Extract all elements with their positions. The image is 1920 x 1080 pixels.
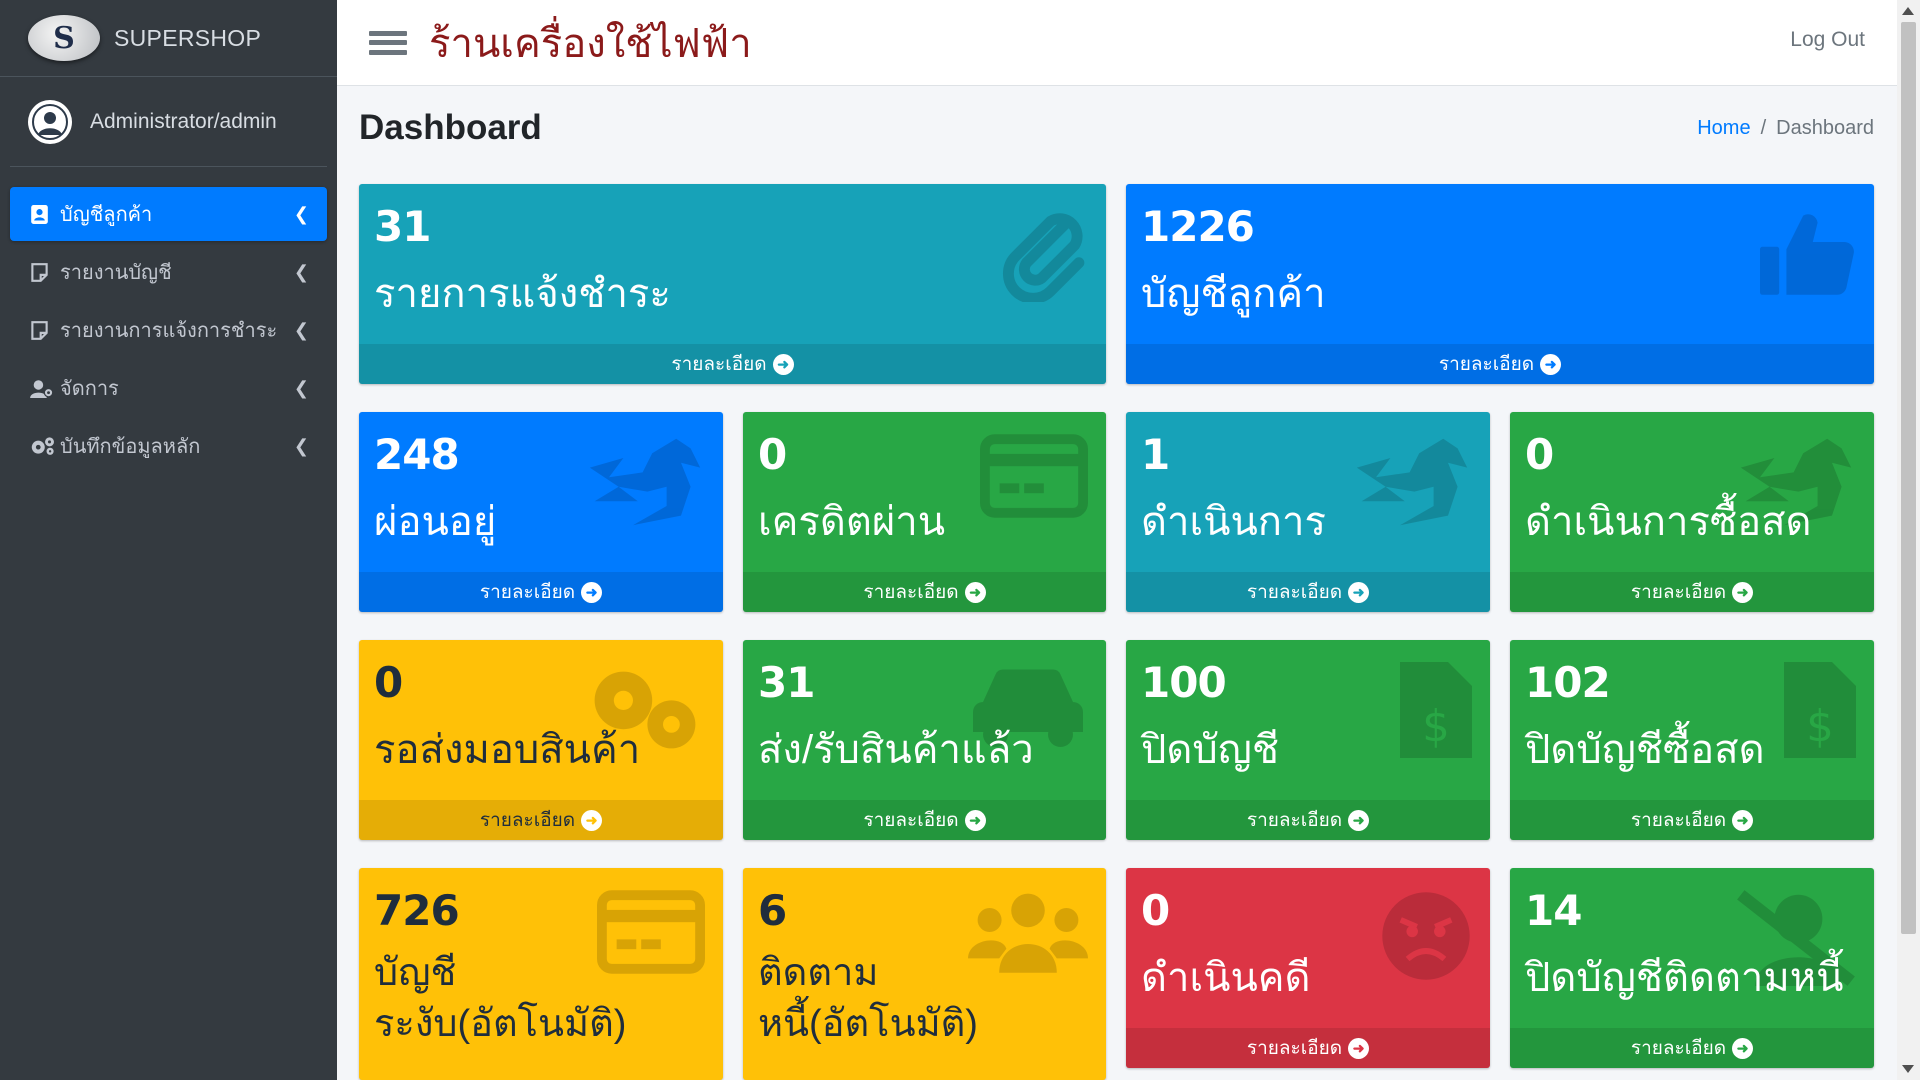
details-link[interactable]: รายละเอียด ➜ [743, 800, 1106, 840]
stat-box-payment-notices: 31 รายการแจ้งชำระ รายละเอียด ➜ [359, 184, 1106, 384]
stat-box-delivered: 31 ส่ง/รับสินค้าแล้ว รายละเอียด ➜ [743, 640, 1106, 840]
details-link[interactable]: รายละเอียด ➜ [743, 572, 1106, 612]
chevron-left-icon: ❮ [293, 435, 309, 457]
details-link[interactable]: รายละเอียด ➜ [1126, 800, 1490, 840]
stat-label: บัญชี ระงับ(อัตโนมัติ) [374, 952, 627, 1046]
stat-box-credit-approved: 0 เครดิตผ่าน รายละเอียด ➜ [743, 412, 1106, 612]
scroll-down-arrow[interactable] [1902, 1065, 1914, 1073]
stat-label: รอส่งมอบสินค้า [374, 728, 641, 772]
arrow-circle-right-icon: ➜ [1348, 581, 1370, 603]
stat-box-customer-accounts: 1226 บัญชีลูกค้า รายละเอียด ➜ [1126, 184, 1874, 384]
stat-box-closed-accounts: 100 ปิดบัญชี $ รายละเอียด ➜ [1126, 640, 1490, 840]
stat-label: ดำเนินคดี [1141, 956, 1311, 1000]
stat-label: ผ่อนอยู่ [374, 500, 497, 544]
arrow-circle-right-icon: ➜ [1732, 581, 1754, 603]
avatar [28, 99, 72, 144]
stat-box-cash-purchase-in-progress: 0 ดำเนินการซื้อสด รายละเอียด ➜ [1510, 412, 1874, 612]
details-link[interactable]: รายละเอียด ➜ [1126, 1028, 1490, 1068]
brand-logo: S [28, 15, 100, 61]
arrow-circle-right-icon: ➜ [581, 581, 603, 603]
arrow-circle-right-icon: ➜ [1732, 1037, 1754, 1059]
stat-box-suspended-auto: 726 บัญชี ระงับ(อัตโนมัติ) [359, 868, 723, 1080]
stat-label: บัญชีลูกค้า [1141, 272, 1326, 316]
chevron-left-icon: ❮ [293, 261, 309, 283]
details-link[interactable]: รายละเอียด ➜ [1510, 572, 1874, 612]
note-icon [30, 262, 56, 282]
menu-toggle-button[interactable] [369, 26, 407, 60]
page-scrollbar[interactable] [1897, 0, 1920, 1080]
stat-label: ส่ง/รับสินค้าแล้ว [758, 728, 1034, 772]
scroll-thumb[interactable] [1901, 22, 1916, 934]
stat-label: ดำเนินการซื้อสด [1525, 500, 1812, 544]
details-link[interactable]: รายละเอียด ➜ [359, 800, 723, 840]
breadcrumb-current: Dashboard [1776, 116, 1874, 139]
chevron-left-icon: ❮ [293, 319, 309, 341]
scroll-up-arrow[interactable] [1902, 7, 1914, 15]
stat-label: เครดิตผ่าน [758, 500, 946, 544]
sidebar-nav: บัญชีลูกค้า ❮ รายงานบัญชี ❮ รายงานการแจ้… [0, 167, 337, 473]
details-link[interactable]: รายละเอียด ➜ [359, 572, 723, 612]
breadcrumb-separator: / [1760, 116, 1767, 139]
brand-link[interactable]: S SUPERSHOP [0, 0, 337, 77]
details-link[interactable]: รายละเอียด ➜ [1510, 1028, 1874, 1068]
stat-box-legal-action: 0 ดำเนินคดี รายละเอียด ➜ [1126, 868, 1490, 1068]
stat-box-awaiting-delivery: 0 รอส่งมอบสินค้า รายละเอียด ➜ [359, 640, 723, 840]
user-cog-icon [30, 379, 56, 398]
brand-name: SUPERSHOP [114, 24, 262, 51]
note-icon [30, 320, 56, 340]
top-navbar: ร้านเครื่องใช้ไฟฟ้า Log Out [337, 0, 1897, 86]
hamburger-icon [369, 30, 407, 36]
sidebar-item-master-data[interactable]: บันทึกข้อมูลหลัก ❮ [10, 419, 327, 473]
sidebar-item-label: รายงานการแจ้งการชำระ [60, 320, 278, 342]
stat-value: 31 [374, 202, 431, 251]
arrow-circle-right-icon: ➜ [772, 353, 794, 375]
arrow-circle-right-icon: ➜ [581, 809, 603, 831]
sidebar: S SUPERSHOP Administrator/admin บัญชีลูก… [0, 0, 337, 1080]
stat-box-closed-debt-follow-up: 14 ปิดบัญชีติดตามหนี้ รายละเอียด ➜ [1510, 868, 1874, 1068]
stat-box-debt-follow-up-auto: 6 ติดตาม หนี้(อัตโนมัติ) [743, 868, 1106, 1080]
details-link[interactable]: รายละเอียด ➜ [1126, 344, 1874, 384]
breadcrumb-home-link[interactable]: Home [1697, 117, 1750, 139]
stat-label: ปิดบัญชี [1141, 728, 1279, 772]
stat-value: 1226 [1141, 202, 1255, 251]
content-header: Dashboard Home / Dashboard [359, 108, 1874, 148]
breadcrumb: Home / Dashboard [1697, 117, 1874, 140]
user-name: Administrator/admin [90, 109, 277, 133]
sidebar-item-payment-report[interactable]: รายงานการแจ้งการชำระ ❮ [10, 303, 327, 357]
details-link[interactable]: รายละเอียด ➜ [1510, 800, 1874, 840]
sidebar-item-label: จัดการ [60, 378, 119, 400]
arrow-circle-right-icon: ➜ [1540, 353, 1562, 375]
stat-box-in-progress: 1 ดำเนินการ รายละเอียด ➜ [1126, 412, 1490, 612]
stat-label: รายการแจ้งชำระ [374, 272, 671, 316]
arrow-circle-right-icon: ➜ [1732, 809, 1754, 831]
stat-box-closed-cash-accounts: 102 ปิดบัญชีซื้อสด $ รายละเอียด ➜ [1510, 640, 1874, 840]
stat-label: ติดตาม หนี้(อัตโนมัติ) [758, 952, 978, 1046]
shop-title: ร้านเครื่องใช้ไฟฟ้า [429, 21, 752, 66]
sidebar-item-customer-accounts[interactable]: บัญชีลูกค้า ❮ [10, 187, 327, 241]
arrow-circle-right-icon: ➜ [964, 581, 986, 603]
arrow-circle-right-icon: ➜ [1348, 809, 1370, 831]
arrow-circle-right-icon: ➜ [1348, 1037, 1370, 1059]
logout-link[interactable]: Log Out [1790, 28, 1865, 52]
chevron-left-icon: ❮ [293, 203, 309, 225]
address-card-icon [30, 204, 56, 224]
stat-box-installment: 248 ผ่อนอยู่ รายละเอียด ➜ [359, 412, 723, 612]
stat-label: ปิดบัญชีติดตามหนี้ [1525, 956, 1844, 1000]
details-link[interactable]: รายละเอียด ➜ [1126, 572, 1490, 612]
sidebar-item-label: รายงานบัญชี [60, 262, 172, 284]
arrow-circle-right-icon: ➜ [964, 809, 986, 831]
user-panel[interactable]: Administrator/admin [10, 77, 327, 167]
stat-label: ดำเนินการ [1141, 500, 1326, 544]
chevron-left-icon: ❮ [293, 377, 309, 399]
sidebar-item-manage[interactable]: จัดการ ❮ [10, 361, 327, 415]
details-link[interactable]: รายละเอียด ➜ [359, 344, 1106, 384]
sidebar-item-label: บัญชีลูกค้า [60, 204, 153, 226]
stat-label: ปิดบัญชีซื้อสด [1525, 728, 1765, 772]
cogs-icon [30, 436, 56, 456]
page-title: Dashboard [359, 108, 542, 147]
sidebar-item-label: บันทึกข้อมูลหลัก [60, 436, 201, 458]
sidebar-item-account-report[interactable]: รายงานบัญชี ❮ [10, 245, 327, 299]
